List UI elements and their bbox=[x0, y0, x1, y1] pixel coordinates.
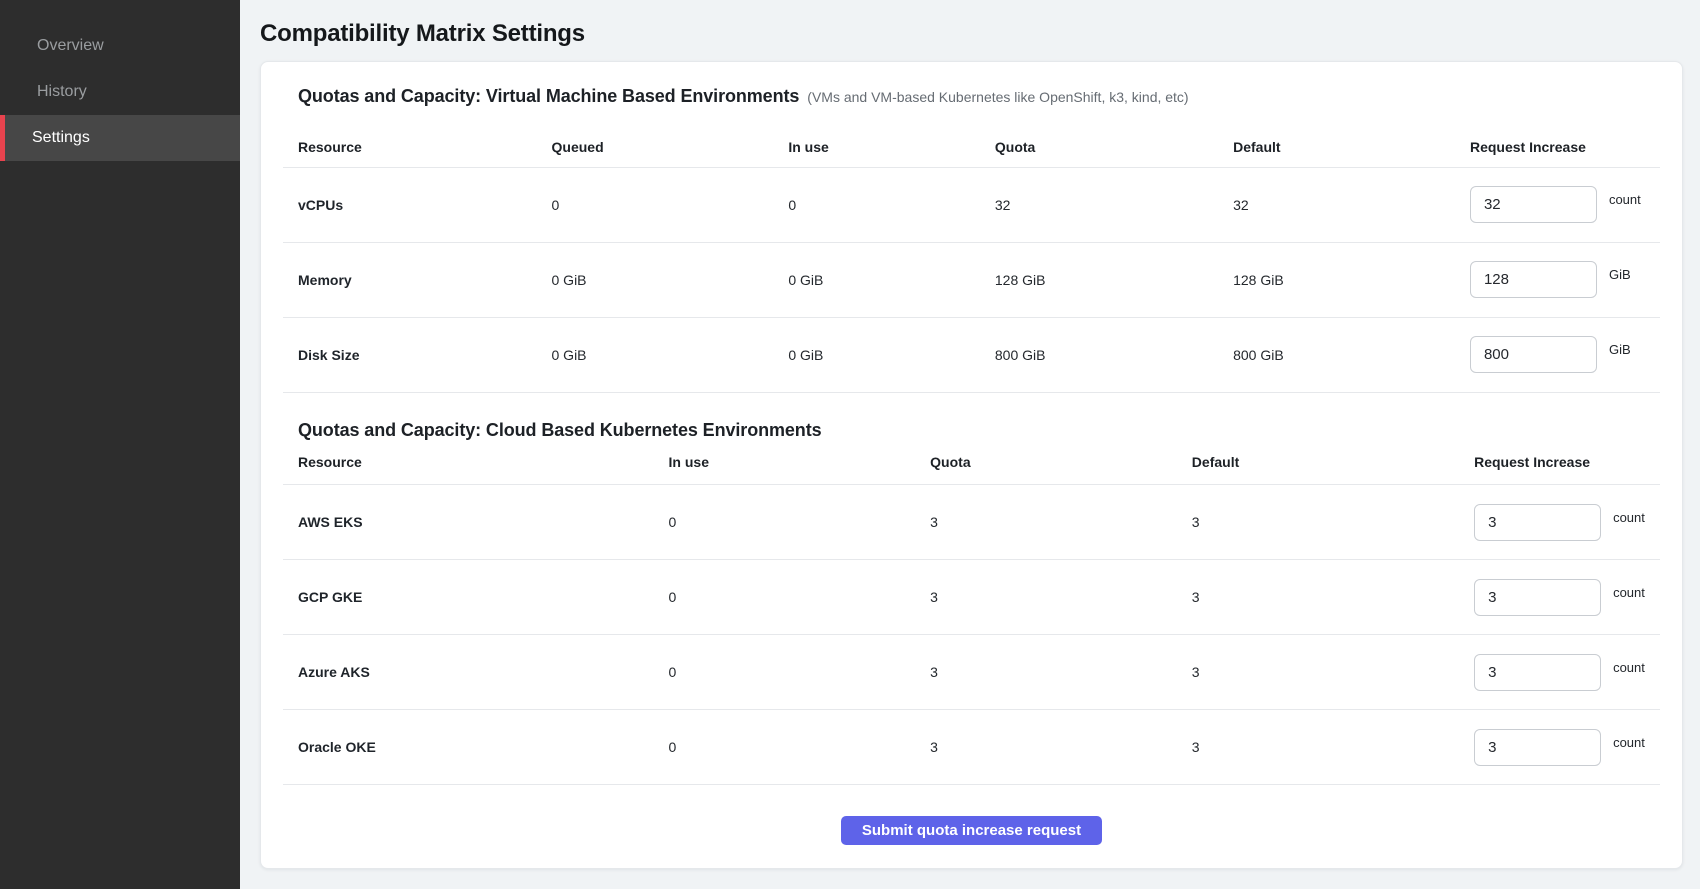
cell-default: 3 bbox=[1192, 635, 1474, 710]
main-content: Compatibility Matrix Settings Quotas and… bbox=[240, 0, 1700, 889]
cell-default: 3 bbox=[1192, 560, 1474, 635]
sidebar-item-label: History bbox=[37, 83, 87, 101]
cell-request-increase: count bbox=[1474, 485, 1660, 560]
column-header-default: Default bbox=[1233, 127, 1470, 167]
cell-quota: 32 bbox=[995, 167, 1233, 242]
cell-request-increase: count bbox=[1474, 635, 1660, 710]
cell-default: 800 GiB bbox=[1233, 317, 1470, 392]
unit-label: count bbox=[1613, 510, 1645, 525]
column-header-quota: Quota bbox=[995, 127, 1233, 167]
gcp-gke-request-input[interactable] bbox=[1474, 579, 1601, 616]
k8s-quota-table: Resource In use Quota Default Request In… bbox=[283, 441, 1660, 786]
table-row-oracle-oke: Oracle OKE 0 3 3 count bbox=[283, 710, 1660, 785]
cell-in-use: 0 bbox=[669, 560, 931, 635]
cell-quota: 3 bbox=[930, 485, 1192, 560]
column-header-request-increase: Request Increase bbox=[1470, 127, 1660, 167]
vm-table-header-row: Resource Queued In use Quota Default Req… bbox=[283, 127, 1660, 167]
cell-resource: AWS EKS bbox=[283, 485, 669, 560]
aws-eks-request-input[interactable] bbox=[1474, 504, 1601, 541]
submit-quota-button[interactable]: Submit quota increase request bbox=[841, 816, 1102, 845]
k8s-section-heading: Quotas and Capacity: Cloud Based Kuberne… bbox=[298, 420, 1660, 441]
table-row-gcp-gke: GCP GKE 0 3 3 count bbox=[283, 560, 1660, 635]
cell-in-use: 0 GiB bbox=[788, 317, 995, 392]
cell-in-use: 0 bbox=[788, 167, 995, 242]
vm-section-header: Quotas and Capacity: Virtual Machine Bas… bbox=[298, 86, 1660, 107]
column-header-in-use: In use bbox=[669, 441, 931, 485]
cell-resource: Disk Size bbox=[283, 317, 552, 392]
sidebar-item-label: Settings bbox=[32, 129, 90, 147]
cell-request-increase: GiB bbox=[1470, 317, 1660, 392]
cell-queued: 0 GiB bbox=[552, 317, 789, 392]
column-header-resource: Resource bbox=[283, 127, 552, 167]
cell-in-use: 0 bbox=[669, 710, 931, 785]
submit-button-row: Submit quota increase request bbox=[283, 785, 1660, 845]
cell-resource: vCPUs bbox=[283, 167, 552, 242]
cell-quota: 3 bbox=[930, 710, 1192, 785]
unit-label: count bbox=[1613, 660, 1645, 675]
cell-resource: GCP GKE bbox=[283, 560, 669, 635]
azure-aks-request-input[interactable] bbox=[1474, 654, 1601, 691]
vm-section-heading: Quotas and Capacity: Virtual Machine Bas… bbox=[298, 86, 799, 107]
unit-label: GiB bbox=[1609, 267, 1631, 282]
cell-default: 3 bbox=[1192, 710, 1474, 785]
cell-request-increase: GiB bbox=[1470, 242, 1660, 317]
sidebar-item-label: Overview bbox=[37, 37, 104, 55]
table-row-disk-size: Disk Size 0 GiB 0 GiB 800 GiB 800 GiB Gi… bbox=[283, 317, 1660, 392]
cell-default: 3 bbox=[1192, 485, 1474, 560]
cell-resource: Azure AKS bbox=[283, 635, 669, 710]
unit-label: count bbox=[1609, 192, 1641, 207]
unit-label: GiB bbox=[1609, 342, 1631, 357]
cell-in-use: 0 bbox=[669, 485, 931, 560]
table-row-memory: Memory 0 GiB 0 GiB 128 GiB 128 GiB GiB bbox=[283, 242, 1660, 317]
cell-default: 32 bbox=[1233, 167, 1470, 242]
settings-card: Quotas and Capacity: Virtual Machine Bas… bbox=[260, 61, 1683, 869]
cell-queued: 0 bbox=[552, 167, 789, 242]
cell-quota: 3 bbox=[930, 560, 1192, 635]
column-header-in-use: In use bbox=[788, 127, 995, 167]
vm-quota-table: Resource Queued In use Quota Default Req… bbox=[283, 127, 1660, 393]
unit-label: count bbox=[1613, 735, 1645, 750]
cell-quota: 3 bbox=[930, 635, 1192, 710]
cell-request-increase: count bbox=[1474, 560, 1660, 635]
sidebar-item-overview[interactable]: Overview bbox=[0, 23, 240, 69]
column-header-request-increase: Request Increase bbox=[1474, 441, 1660, 485]
table-row-aws-eks: AWS EKS 0 3 3 count bbox=[283, 485, 1660, 560]
cell-in-use: 0 bbox=[669, 635, 931, 710]
cell-quota: 800 GiB bbox=[995, 317, 1233, 392]
memory-request-input[interactable] bbox=[1470, 261, 1597, 298]
table-row-azure-aks: Azure AKS 0 3 3 count bbox=[283, 635, 1660, 710]
sidebar: Overview History Settings bbox=[0, 0, 240, 889]
column-header-resource: Resource bbox=[283, 441, 669, 485]
table-row-vcpus: vCPUs 0 0 32 32 count bbox=[283, 167, 1660, 242]
vm-section-subheading: (VMs and VM-based Kubernetes like OpenSh… bbox=[807, 89, 1188, 105]
column-header-quota: Quota bbox=[930, 441, 1192, 485]
page-title: Compatibility Matrix Settings bbox=[260, 20, 1683, 48]
column-header-default: Default bbox=[1192, 441, 1474, 485]
cell-default: 128 GiB bbox=[1233, 242, 1470, 317]
cell-resource: Oracle OKE bbox=[283, 710, 669, 785]
k8s-table-header-row: Resource In use Quota Default Request In… bbox=[283, 441, 1660, 485]
cell-quota: 128 GiB bbox=[995, 242, 1233, 317]
column-header-queued: Queued bbox=[552, 127, 789, 167]
vcpus-request-input[interactable] bbox=[1470, 186, 1597, 223]
cell-in-use: 0 GiB bbox=[788, 242, 995, 317]
unit-label: count bbox=[1613, 585, 1645, 600]
sidebar-item-settings[interactable]: Settings bbox=[0, 115, 240, 161]
oracle-oke-request-input[interactable] bbox=[1474, 729, 1601, 766]
cell-resource: Memory bbox=[283, 242, 552, 317]
cell-request-increase: count bbox=[1470, 167, 1660, 242]
cell-queued: 0 GiB bbox=[552, 242, 789, 317]
disk-size-request-input[interactable] bbox=[1470, 336, 1597, 373]
cell-request-increase: count bbox=[1474, 710, 1660, 785]
sidebar-item-history[interactable]: History bbox=[0, 69, 240, 115]
